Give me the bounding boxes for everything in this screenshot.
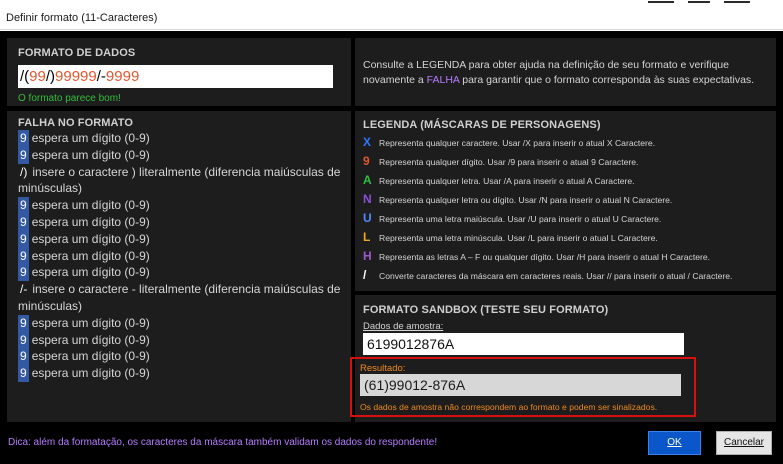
legend-mask-char: 9: [363, 154, 370, 168]
format-status: O formato parece bom!: [18, 93, 121, 104]
window-title: Definir formato (11-Caracteres): [6, 12, 158, 24]
result-label: Resultado:: [360, 363, 406, 374]
format-token: /-: [96, 68, 106, 85]
format-panel: FORMATO DE DADOS /(99/)99999/-9999 O for…: [7, 38, 351, 106]
legend-panel-title: LEGENDA (MÁSCARAS DE PERSONAGENS): [363, 119, 601, 131]
legend-mask-char: X: [363, 135, 372, 149]
fail-description: espera um dígito (0-9): [31, 214, 150, 229]
legend-mask-char: H: [363, 249, 372, 263]
fail-row: 9 espera um dígito (0-9): [18, 213, 344, 231]
legend-row: U Representa uma letra maiúscula. Usar /U…: [363, 209, 773, 228]
fail-token: /): [20, 164, 28, 179]
legend-description: Representa as letras A – F ou qualquer d…: [379, 252, 711, 262]
window-titlebar: Definir formato (11-Caracteres): [0, 8, 783, 30]
legend-mask-char: /: [363, 268, 367, 282]
fail-token: 9: [18, 247, 29, 265]
fail-description: espera um dígito (0-9): [31, 332, 150, 347]
format-dialog: FORMATO DE DADOS /(99/)99999/-9999 O for…: [0, 31, 783, 464]
fail-row: /- insere o caractere - literalmente (dif…: [18, 281, 344, 315]
legend-row: X Representa qualquer caractere. Usar /X …: [363, 133, 773, 152]
legend-description: Representa qualquer letra. Usar /A para …: [379, 176, 635, 186]
fail-description: espera um dígito (0-9): [31, 147, 150, 162]
format-token: 99: [29, 68, 46, 85]
fail-description: espera um dígito (0-9): [31, 198, 150, 213]
fail-description: espera um dígito (0-9): [31, 349, 150, 364]
legend-description: Representa uma letra maiúscula. Usar /U …: [379, 214, 662, 224]
sample-label: Dados de amostra:: [363, 321, 443, 332]
fail-description: espera um dígito (0-9): [31, 248, 150, 263]
fail-token: 9: [18, 264, 29, 282]
fail-row: 9 espera um dígito (0-9): [18, 348, 344, 366]
legend-mask-char: N: [363, 192, 372, 206]
result-highlight-box: Resultado: (61)99012-876A Os dados de am…: [350, 357, 696, 417]
result-value: (61)99012-876A: [360, 374, 681, 396]
legend-description: Representa qualquer dígito. Usar /9 para…: [379, 157, 639, 167]
fail-token: 9: [18, 146, 29, 164]
fail-token: 9: [18, 213, 29, 231]
fail-description: espera um dígito (0-9): [31, 231, 150, 246]
fail-row: 9 espera um dígito (0-9): [18, 130, 344, 147]
fail-row: 9 espera um dígito (0-9): [18, 365, 344, 382]
legend-row: N Representa qualquer letra ou dígito. Us…: [363, 190, 773, 209]
result-warning: Os dados de amostra não correspondem ao …: [360, 402, 658, 412]
format-input[interactable]: /(99/)99999/-9999: [18, 65, 333, 88]
format-token: /(: [20, 68, 30, 85]
sample-label-text: Dados de amostra:: [363, 321, 444, 332]
legend-description: Representa qualquer caractere. Usar /X p…: [379, 138, 656, 148]
fail-row: 9 espera um dígito (0-9): [18, 146, 344, 164]
cancel-button[interactable]: Cancelar: [716, 431, 772, 455]
fail-row: /) insere o caractere ) literalmente (dif…: [18, 164, 344, 198]
fail-panel: FALHA NO FORMATO 9 espera um dígito (0-9)…: [7, 111, 351, 422]
fail-token: 9: [18, 331, 29, 349]
legend-row: 9 Representa qualquer dígito. Usar /9 par…: [363, 152, 773, 171]
sample-input[interactable]: 6199012876A: [363, 333, 684, 355]
fail-panel-title: FALHA NO FORMATO: [18, 117, 134, 129]
info-text: Consulte a LEGENDA para obter ajuda na d…: [363, 58, 768, 88]
legend-description: Converte caracteres da máscara em caract…: [379, 271, 733, 281]
fail-list: 9 espera um dígito (0-9) 9 espera um dígito…: [18, 130, 344, 382]
fail-description: espera um dígito (0-9): [31, 131, 150, 145]
fail-row: 9 espera um dígito (0-9): [18, 314, 344, 332]
fail-description: insere o caractere ) literalmente (difer…: [18, 164, 341, 196]
info-text-after: para garantir que o formato corresponda …: [459, 74, 755, 86]
legend-row: / Converte caracteres da máscara em carac…: [363, 266, 773, 285]
legend-row: L Representa uma letra minúscula. Usar /L…: [363, 228, 773, 247]
fail-row: 9 espera um dígito (0-9): [18, 247, 344, 265]
format-token: 9999: [105, 68, 140, 85]
fail-token: 9: [18, 314, 29, 332]
legend-mask-char: A: [363, 173, 372, 187]
legend-mask-char: U: [363, 211, 372, 225]
background-window-strip: [0, 0, 783, 6]
fail-description: espera um dígito (0-9): [31, 265, 150, 280]
format-token: 99999: [55, 68, 97, 85]
fail-description: insere o caractere - literalmente (difer…: [18, 282, 341, 313]
fail-token: 9: [18, 348, 29, 366]
legend-description: Representa uma letra minúscula. Usar /L …: [379, 233, 658, 243]
info-text-highlight: FALHA: [426, 74, 460, 86]
fail-row: 9 espera um dígito (0-9): [18, 331, 344, 349]
legend-mask-char: L: [363, 230, 371, 244]
fail-token: /-: [20, 282, 28, 297]
fail-token: 9: [18, 365, 29, 382]
fail-token: 9: [18, 130, 29, 147]
fail-row: 9 espera um dígito (0-9): [18, 264, 344, 282]
fail-row: 9 espera um dígito (0-9): [18, 197, 344, 214]
sandbox-panel-title: FORMATO SANDBOX (TESTE SEU FORMATO): [363, 304, 609, 316]
fail-row: 9 espera um dígito (0-9): [18, 230, 344, 248]
fail-description: espera um dígito (0-9): [31, 315, 150, 330]
legend-list: X Representa qualquer caractere. Usar /X …: [363, 133, 773, 285]
fail-token: 9: [18, 197, 29, 214]
legend-row: A Representa qualquer letra. Usar /A para…: [363, 171, 773, 190]
info-panel: Consulte a LEGENDA para obter ajuda na d…: [355, 38, 776, 106]
legend-row: H Representa as letras A – F ou qualquer …: [363, 247, 773, 266]
footer-tip: Dica: além da formatação, os caracteres …: [8, 437, 438, 448]
fail-token: 9: [18, 230, 29, 248]
legend-description: Representa qualquer letra ou dígito. Usa…: [379, 195, 673, 205]
ok-button[interactable]: OK: [648, 431, 701, 455]
legend-panel: LEGENDA (MÁSCARAS DE PERSONAGENS) X Repre…: [355, 111, 776, 291]
format-panel-title: FORMATO DE DADOS: [18, 47, 136, 59]
fail-description: espera um dígito (0-9): [31, 366, 150, 381]
format-token: /): [45, 68, 56, 85]
